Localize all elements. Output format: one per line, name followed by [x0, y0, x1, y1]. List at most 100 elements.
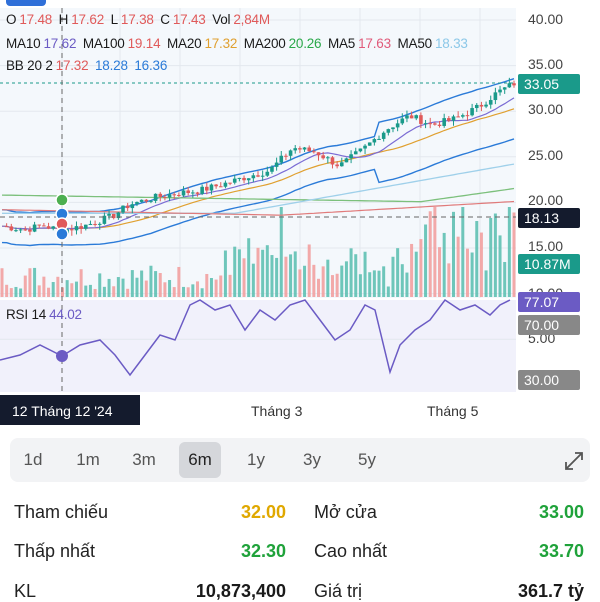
candle-body: [423, 123, 428, 125]
volume-bar: [177, 266, 181, 297]
candle-body: [125, 205, 130, 209]
volume-bar: [377, 270, 381, 297]
bb-upper-value: 18.28: [95, 58, 128, 73]
volume-bar: [70, 283, 74, 297]
volume-bar: [186, 287, 190, 297]
volume-bar: [284, 256, 288, 297]
volume-bar: [5, 284, 9, 297]
candle-body: [209, 184, 214, 191]
candle-body: [312, 151, 316, 153]
candle-body: [274, 162, 279, 167]
ma200-label: MA200: [243, 36, 286, 51]
ma20-label: MA20: [166, 36, 202, 51]
volume-bar: [228, 274, 232, 297]
candle-body: [246, 178, 251, 181]
candle-body: [288, 150, 293, 156]
volume-bar: [303, 265, 307, 297]
volume-bar: [168, 280, 172, 297]
candle-body: [512, 83, 516, 86]
volume-bar: [19, 288, 23, 297]
volume-bar: [289, 254, 293, 297]
candle-body: [381, 132, 386, 139]
volume-bar: [163, 282, 167, 297]
high-stat-label: Cao nhất: [314, 541, 388, 561]
candle-body: [4, 226, 9, 228]
candle-body: [507, 83, 512, 88]
volume-bar: [51, 282, 55, 297]
period-tab-3m[interactable]: 3m: [123, 442, 165, 478]
volume-bar: [424, 224, 428, 297]
candle-body: [339, 162, 344, 167]
volume-bar: [372, 270, 376, 297]
volume-bar: [433, 207, 437, 297]
volume-bar: [410, 243, 414, 297]
candle-body: [353, 151, 358, 155]
ohlc-readout: O 17.48 H 17.62 L 17.38 C 17.43 Vol 2,84M: [6, 12, 273, 27]
candle-body: [93, 223, 97, 225]
price-chart[interactable]: O 17.48 H 17.62 L 17.38 C 17.43 Vol 2,84M MA1…: [0, 0, 600, 430]
month-label-may: Tháng 5: [427, 403, 479, 419]
price-tick-35: 35.00: [528, 56, 564, 72]
volume-bar: [209, 278, 213, 297]
candle-body: [377, 138, 381, 140]
volume-bar: [42, 276, 46, 297]
candle-body: [149, 200, 153, 202]
volume-bar: [396, 248, 400, 297]
ma-readout: MA10 17.62 MA100 19.14 MA20 17.32 MA200 20.2…: [6, 36, 471, 51]
candle-body: [237, 177, 242, 179]
candle-body: [223, 182, 228, 187]
volume-bar: [149, 265, 153, 297]
volume-bar: [182, 286, 186, 297]
period-tab-5y[interactable]: 5y: [346, 442, 388, 478]
ref-label: Tham chiếu: [14, 502, 109, 522]
candle-body: [391, 127, 395, 130]
candle-body: [200, 186, 204, 194]
volume-bar: [456, 236, 460, 297]
candle-body: [474, 104, 479, 109]
candle-body: [97, 223, 102, 225]
ma100-label: MA100: [82, 36, 125, 51]
candle-body: [502, 87, 507, 90]
candle-body: [232, 178, 237, 183]
volume-bar: [102, 286, 106, 297]
candle-body: [335, 164, 339, 167]
candle-body: [321, 155, 325, 159]
ma5-label: MA5: [327, 36, 356, 51]
volume-bar: [9, 288, 13, 297]
volume-bar: [116, 277, 120, 297]
volume-bar: [14, 286, 18, 297]
candle-body: [181, 190, 186, 196]
volume-bar: [56, 276, 60, 297]
volume-bar: [107, 278, 111, 297]
candle-body: [153, 193, 158, 201]
period-tab-1d[interactable]: 1d: [12, 442, 54, 478]
candle-body: [167, 194, 172, 198]
candle-body: [326, 157, 330, 159]
period-tabs: 1d 1m 3m 6m 1y 3y 5y: [10, 438, 590, 482]
candle-body: [107, 213, 111, 216]
candle-body: [488, 100, 493, 105]
volume-bar: [223, 250, 227, 297]
rsi-cursor-dot: [56, 350, 68, 362]
expand-icon[interactable]: [563, 450, 585, 477]
candle-body: [461, 115, 465, 117]
candle-body: [260, 175, 265, 177]
candle-body: [130, 204, 135, 209]
candle-body: [14, 230, 18, 232]
volume-bar: [251, 263, 255, 297]
volume-bar: [498, 235, 502, 297]
period-tab-6m[interactable]: 6m: [179, 442, 221, 478]
month-label-mar: Tháng 3: [251, 403, 303, 419]
period-tab-1m[interactable]: 1m: [67, 442, 109, 478]
period-tab-1y[interactable]: 1y: [235, 442, 277, 478]
candle-body: [191, 192, 195, 194]
cursor-date-tag: 12 Tháng 12 '24: [0, 395, 140, 425]
candle-body: [330, 157, 335, 165]
price-tick-40: 40.00: [528, 11, 564, 27]
volume-bar: [233, 246, 237, 297]
candle-body: [172, 194, 177, 196]
rsi-value: 44.02: [49, 307, 82, 322]
period-tab-3y[interactable]: 3y: [291, 442, 333, 478]
volume-bar: [33, 267, 37, 297]
volume-bar: [382, 266, 386, 297]
